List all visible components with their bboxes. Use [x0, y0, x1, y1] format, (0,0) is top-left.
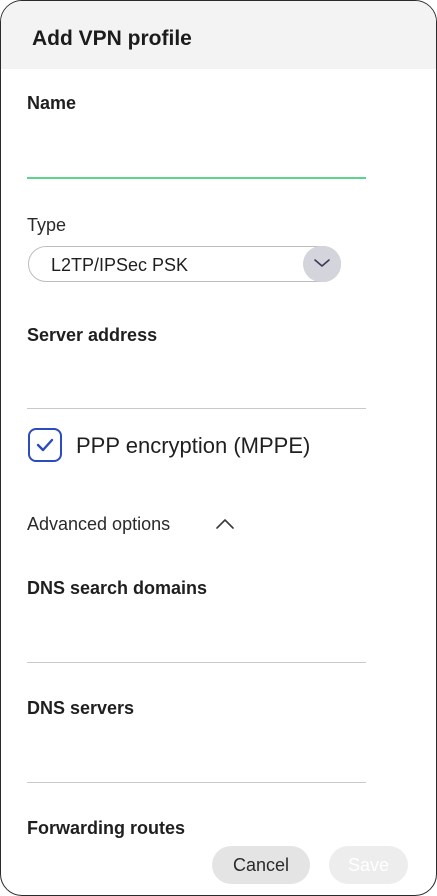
chevron-down-icon	[303, 246, 341, 282]
dns-search-domains-label: DNS search domains	[27, 578, 208, 598]
save-button[interactable]: Save	[329, 846, 408, 884]
cancel-button[interactable]: Cancel	[212, 846, 310, 884]
advanced-options-toggle[interactable]: Advanced options	[27, 514, 170, 535]
name-label: Name	[27, 93, 77, 113]
server-address-field[interactable]	[27, 373, 366, 407]
dns-search-domains-field[interactable]	[27, 627, 366, 661]
dns-servers-label: DNS servers	[27, 698, 135, 718]
type-value: L2TP/IPSec PSK	[51, 255, 189, 275]
name-field-underline	[27, 177, 366, 179]
type-label: Type	[27, 215, 67, 235]
type-dropdown[interactable]: L2TP/IPSec PSK	[28, 246, 341, 282]
dns-servers-underline	[27, 782, 366, 783]
dialog-header: Add VPN profile	[1, 1, 436, 69]
ppp-encryption-checkbox[interactable]	[28, 428, 62, 462]
dialog-title: Add VPN profile	[32, 27, 192, 50]
dns-servers-field[interactable]	[27, 746, 366, 780]
server-address-underline	[27, 408, 366, 409]
name-field[interactable]	[27, 143, 366, 177]
vpn-dialog: Add VPN profile Name Type L2TP/IPSec PSK…	[0, 0, 437, 896]
dns-search-domains-underline	[27, 662, 366, 663]
chevron-up-icon[interactable]	[214, 515, 236, 533]
forwarding-routes-label: Forwarding routes	[27, 818, 186, 838]
checkmark-icon	[36, 438, 54, 452]
server-address-label: Server address	[27, 325, 158, 345]
ppp-encryption-label[interactable]: PPP encryption (MPPE)	[76, 433, 310, 459]
